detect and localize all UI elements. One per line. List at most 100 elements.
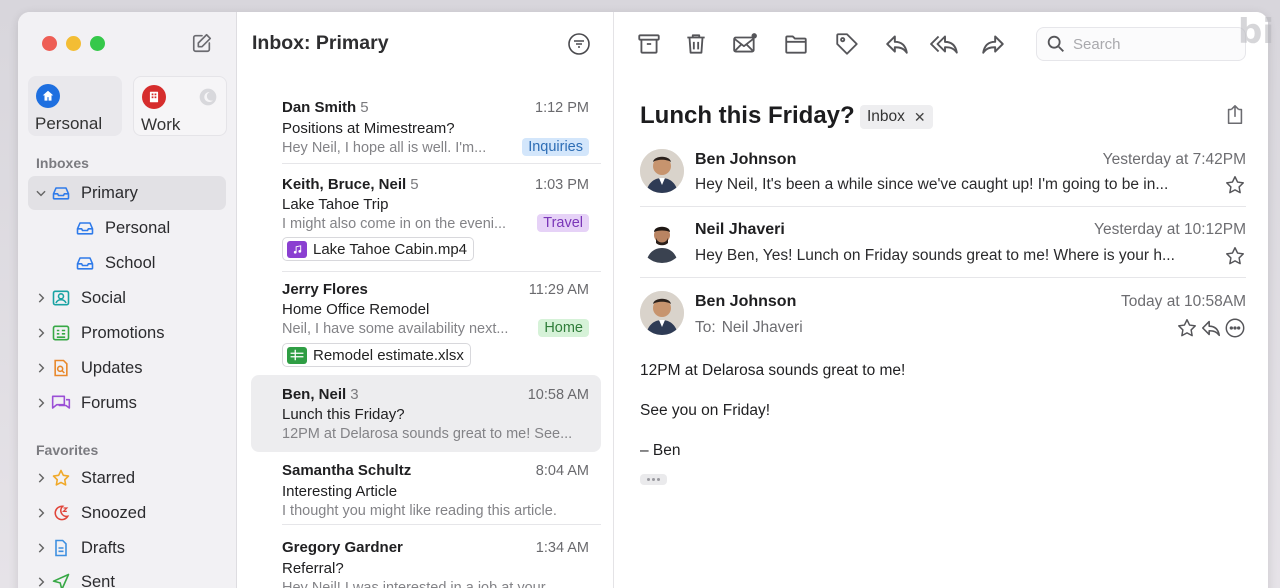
folder-icon[interactable] — [783, 31, 809, 57]
message-sender: Ben, Neil 3 — [282, 386, 359, 403]
sidebar-item-school[interactable]: School — [28, 246, 226, 280]
chevron-right-icon[interactable] — [34, 541, 48, 555]
mail-window: Personal Work Inboxes Primary Personal S… — [18, 12, 1268, 588]
sidebar-item-snoozed[interactable]: Snoozed — [28, 496, 226, 530]
thread-sender: Neil Jhaveri — [695, 221, 785, 238]
label-tag[interactable]: Home — [538, 319, 589, 337]
thread-preview: Hey Neil, It's been a while since we've … — [695, 176, 1169, 193]
reply-all-icon[interactable] — [930, 31, 960, 57]
close-window-button[interactable] — [42, 36, 57, 51]
message-reader: Search Lunch this Friday? Inbox ✕ Ben Jo… — [614, 12, 1268, 588]
chevron-right-icon[interactable] — [34, 361, 48, 375]
thread-count: 3 — [350, 386, 359, 403]
attachment-chip[interactable]: Remodel estimate.xlsx — [282, 343, 471, 367]
sidebar-item-sent[interactable]: Sent — [28, 565, 226, 588]
reader-toolbar: Search — [614, 12, 1268, 76]
message-sender: Jerry Flores — [282, 281, 368, 298]
star-icon[interactable] — [1176, 317, 1198, 339]
reply-icon[interactable] — [884, 31, 910, 57]
star-icon[interactable] — [1224, 174, 1246, 196]
updates-icon — [50, 357, 72, 379]
to-label: To: — [695, 319, 716, 336]
reply-icon[interactable] — [1200, 317, 1222, 339]
message-time: 10:58 AM — [527, 387, 589, 403]
promotions-icon — [50, 322, 72, 344]
star-icon[interactable] — [1224, 245, 1246, 267]
archive-icon[interactable] — [636, 31, 662, 57]
chevron-right-icon[interactable] — [34, 326, 48, 340]
thread-message-collapsed[interactable]: Ben Johnson Yesterday at 7:42PM Hey Neil… — [640, 148, 1246, 208]
minimize-window-button[interactable] — [66, 36, 81, 51]
filter-icon[interactable] — [567, 32, 591, 56]
window-controls — [42, 36, 105, 51]
chevron-right-icon[interactable] — [34, 471, 48, 485]
trash-icon[interactable] — [683, 31, 709, 57]
building-icon — [142, 85, 166, 109]
sidebar-item-personal[interactable]: Personal — [28, 211, 226, 245]
message-body-line: 12PM at Delarosa sounds great to me! — [640, 362, 906, 379]
sidebar-item-primary[interactable]: Primary — [28, 176, 226, 210]
sidebar-item-label: Personal — [105, 218, 171, 237]
mark-unread-icon[interactable] — [732, 31, 758, 57]
message-sender: Samantha Schultz — [282, 462, 412, 479]
search-placeholder: Search — [1073, 35, 1121, 53]
home-icon — [36, 84, 60, 108]
message-subject: Lunch this Friday? — [282, 406, 405, 423]
message-preview: Hey Neil, I hope all is well. I'm... — [282, 140, 487, 156]
message-row[interactable]: Jerry Flores 11:29 AM Home Office Remode… — [251, 276, 601, 376]
recipient-name[interactable]: Neil Jhaveri — [722, 319, 803, 336]
show-quoted-text-button[interactable] — [640, 474, 667, 485]
sidebar-item-forums[interactable]: Forums — [28, 386, 226, 420]
forums-icon — [50, 392, 72, 414]
label-chip[interactable]: Inbox ✕ — [860, 105, 933, 129]
sidebar-item-drafts[interactable]: Drafts — [28, 531, 226, 565]
thread-sender: Ben Johnson — [695, 293, 797, 310]
label-tag[interactable]: Travel — [537, 214, 589, 232]
more-options-icon[interactable] — [1224, 317, 1246, 339]
thread-divider — [640, 277, 1246, 278]
sidebar-item-label: Forums — [81, 393, 137, 412]
tag-icon[interactable] — [834, 31, 860, 57]
sidebar-item-label: Drafts — [81, 538, 126, 557]
snooze-moon-icon — [50, 502, 72, 524]
message-body-line: See you on Friday! — [640, 402, 771, 419]
thread-message-collapsed[interactable]: Neil Jhaveri Yesterday at 10:12PM Hey Be… — [640, 218, 1246, 278]
search-field[interactable]: Search — [1036, 27, 1246, 61]
message-preview: I might also come in on the eveni... — [282, 216, 507, 232]
chevron-right-icon[interactable] — [34, 506, 48, 520]
message-preview: I thought you might like reading this ar… — [282, 503, 557, 519]
sidebar-item-promotions[interactable]: Promotions — [28, 316, 226, 350]
thread-count: 5 — [360, 99, 369, 116]
spreadsheet-file-icon — [287, 346, 307, 364]
message-time: 8:04 AM — [535, 463, 589, 479]
compose-icon[interactable] — [191, 32, 213, 54]
remove-label-icon[interactable]: ✕ — [914, 109, 926, 126]
forward-icon[interactable] — [980, 31, 1006, 57]
zoom-window-button[interactable] — [90, 36, 105, 51]
chevron-right-icon[interactable] — [34, 291, 48, 305]
thread-divider — [640, 206, 1246, 207]
account-personal[interactable]: Personal — [28, 76, 122, 136]
account-label: Personal — [35, 114, 103, 133]
chevron-down-icon[interactable] — [34, 186, 48, 200]
message-preview: Neil, I have some availability next... — [282, 321, 509, 337]
attachment-chip[interactable]: Lake Tahoe Cabin.mp4 — [282, 237, 474, 261]
sidebar: Personal Work Inboxes Primary Personal S… — [18, 12, 237, 588]
label-chip-text: Inbox — [867, 108, 905, 125]
sidebar-item-social[interactable]: Social — [28, 281, 226, 315]
chevron-right-icon[interactable] — [34, 396, 48, 410]
message-row[interactable]: Dan Smith 5 1:12 PM Positions at Mimestre… — [251, 94, 601, 166]
account-work[interactable]: Work — [133, 76, 227, 136]
label-tag[interactable]: Inquiries — [522, 138, 589, 156]
sidebar-item-updates[interactable]: Updates — [28, 351, 226, 385]
message-row[interactable]: Keith, Bruce, Neil 5 1:03 PM Lake Tahoe T… — [251, 171, 601, 271]
sidebar-item-starred[interactable]: Starred — [28, 461, 226, 495]
sidebar-item-label: Sent — [81, 572, 115, 588]
message-row-selected[interactable]: Ben, Neil 3 10:58 AM Lunch this Friday? 1… — [251, 375, 601, 452]
moon-icon — [199, 88, 217, 106]
message-row[interactable]: Samantha Schultz 8:04 AM Interesting Art… — [251, 457, 601, 527]
chevron-right-icon[interactable] — [34, 575, 48, 588]
pop-out-icon[interactable] — [1224, 104, 1246, 126]
message-signature: – Ben — [640, 442, 681, 459]
message-row[interactable]: Gregory Gardner 1:34 AM Referral? Hey Ne… — [251, 534, 601, 588]
